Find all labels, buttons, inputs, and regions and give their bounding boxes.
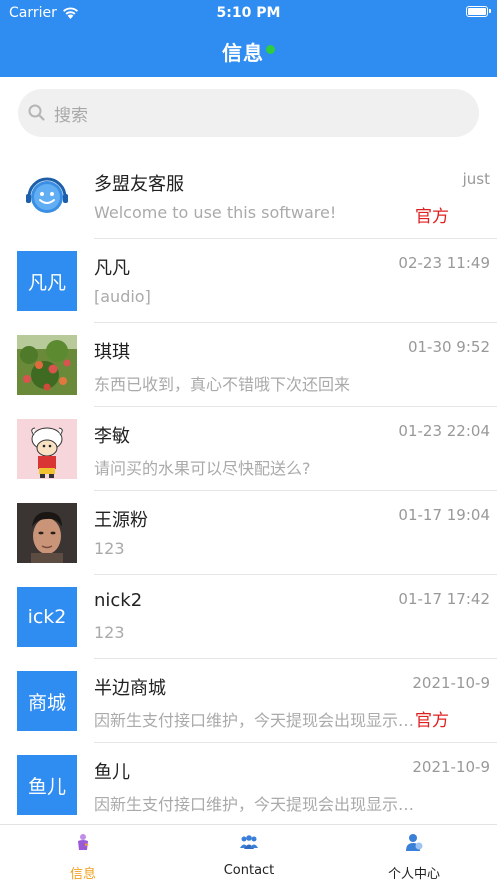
online-status-dot: [266, 44, 275, 54]
conversation-preview: 因新生支付接口维护，今天提现会出现显示…: [94, 795, 415, 814]
page-title: 信息: [222, 40, 264, 65]
conversation-row[interactable]: 王源粉 01-17 19:04 123: [0, 491, 497, 575]
tab-label: Contact: [223, 863, 275, 878]
conversation-time: 01-23 22:04: [398, 422, 490, 440]
tab-contact[interactable]: Contact: [166, 825, 332, 883]
avatar: 鱼儿: [17, 755, 77, 815]
conversation-time: 2021-10-9: [412, 674, 490, 692]
conversation-name: 凡凡: [94, 258, 130, 279]
tab-label: 个人中心: [387, 867, 440, 882]
conversation-preview: 东西已收到，真心不错哦下次还回来: [94, 375, 351, 394]
conversation-row[interactable]: ick2 nick2 01-17 17:42 123: [0, 575, 497, 659]
conversation-row[interactable]: 多盟友客服 just Welcome to use this software!…: [0, 155, 497, 239]
search-icon: [28, 104, 45, 121]
app-header: Carrier 5:10 PM 信息: [0, 0, 497, 77]
header-title-group: 信息: [0, 36, 497, 66]
conversation-preview: 123: [94, 623, 125, 642]
conversation-name: 李敏: [94, 426, 130, 447]
tab-profile[interactable]: 个人中心: [331, 825, 497, 883]
conversation-preview: [audio]: [94, 287, 151, 306]
tab-messages[interactable]: 信息: [0, 825, 166, 883]
conversation-name: 半边商城: [94, 678, 166, 699]
cartoon-boy-avatar: [17, 419, 77, 479]
conversation-name: 王源粉: [94, 510, 148, 531]
conversation-preview: 因新生支付接口维护，今天提现会出现显示…: [94, 711, 415, 730]
conversation-preview: 请问买的水果可以尽快配送么?: [94, 459, 311, 478]
conversation-row[interactable]: 凡凡 凡凡 02-23 11:49 [audio]: [0, 239, 497, 323]
conversation-name: 多盟友客服: [94, 174, 184, 195]
status-time: 5:10 PM: [216, 5, 281, 21]
conversation-list: 多盟友客服 just Welcome to use this software!…: [0, 155, 497, 827]
cartoon-character-image: [17, 419, 77, 479]
peach-tree-photo: [17, 335, 77, 395]
profile-icon: [406, 834, 423, 851]
conversation-preview: 123: [94, 539, 125, 558]
message-icon: [78, 834, 89, 850]
conversation-time: 02-23 11:49: [398, 254, 490, 272]
headset-robot-icon: [26, 177, 68, 213]
portrait-image: [17, 503, 77, 563]
conversation-preview: Welcome to use this software!: [94, 203, 337, 222]
conversation-time: 01-30 9:52: [407, 338, 490, 356]
official-badge: 官方: [415, 711, 449, 731]
official-badge: 官方: [415, 207, 449, 227]
conversation-time: 01-17 19:04: [398, 506, 490, 524]
avatar: 凡凡: [17, 251, 77, 311]
conversation-name: nick2: [94, 590, 143, 611]
conversation-row[interactable]: 李敏 01-23 22:04 请问买的水果可以尽快配送么?: [0, 407, 497, 491]
contacts-icon: [240, 835, 258, 849]
conversation-time: 2021-10-9: [412, 758, 490, 776]
conversation-time: just: [462, 170, 490, 188]
battery-icon: [466, 6, 491, 17]
search-placeholder: 搜索: [54, 105, 88, 126]
avatar: 商城: [17, 671, 77, 731]
search-bar[interactable]: 搜索: [18, 89, 479, 137]
customer-service-avatar: [17, 167, 77, 227]
peach-tree-image: [17, 335, 77, 395]
man-portrait-photo: [17, 503, 77, 563]
conversation-row[interactable]: 鱼儿 鱼儿 2021-10-9 因新生支付接口维护，今天提现会出现显示…: [0, 743, 497, 827]
conversation-name: 鱼儿: [94, 762, 130, 783]
avatar: ick2: [17, 587, 77, 647]
tab-bar: 信息 Contact 个人中心: [0, 824, 497, 883]
conversation-name: 琪琪: [94, 342, 130, 363]
conversation-row[interactable]: 琪琪 01-30 9:52 东西已收到，真心不错哦下次还回来: [0, 323, 497, 407]
status-bar: Carrier 5:10 PM: [0, 0, 497, 26]
conversation-row[interactable]: 商城 半边商城 2021-10-9 因新生支付接口维护，今天提现会出现显示… 官…: [0, 659, 497, 743]
tab-label: 信息: [69, 867, 96, 882]
conversation-time: 01-17 17:42: [398, 590, 490, 608]
